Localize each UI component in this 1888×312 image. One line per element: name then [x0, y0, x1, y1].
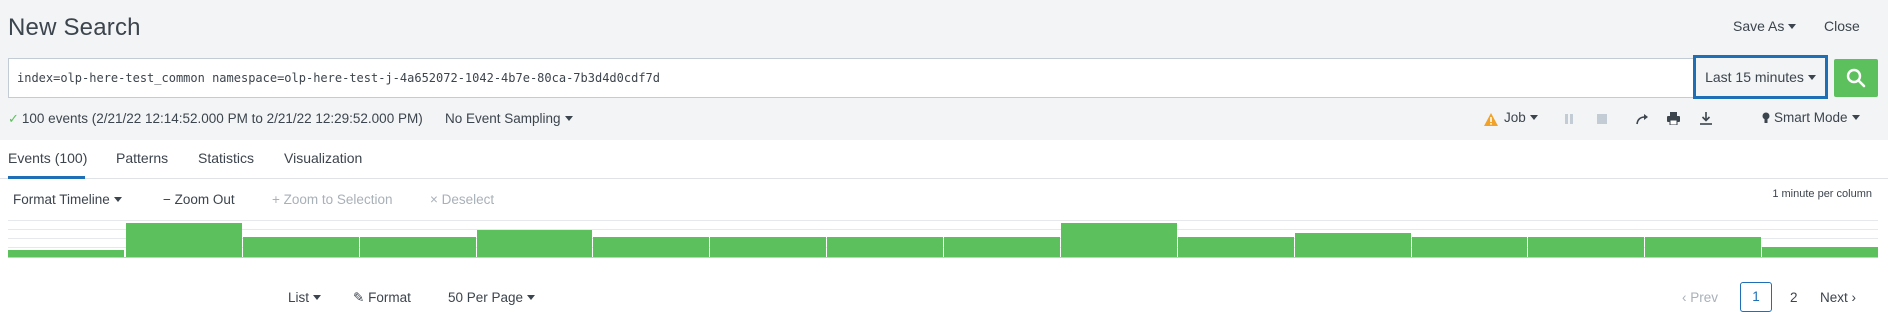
- list-view-menu[interactable]: List: [288, 290, 322, 305]
- minus-icon: −: [163, 192, 171, 207]
- timeline-bar[interactable]: [593, 237, 710, 257]
- time-range-label: Last 15 minutes: [1705, 69, 1804, 85]
- search-button[interactable]: [1834, 59, 1878, 97]
- timeline-bar[interactable]: [944, 237, 1060, 257]
- timeline-bar[interactable]: [1762, 247, 1878, 257]
- save-as-menu[interactable]: Save As: [1733, 18, 1797, 34]
- sampling-label: No Event Sampling: [445, 111, 561, 126]
- job-label: Job: [1504, 110, 1526, 125]
- format-label: Format: [368, 290, 411, 305]
- chevron-left-icon: ‹: [1682, 290, 1687, 305]
- check-icon: ✓: [8, 111, 19, 126]
- search-icon: [1846, 68, 1866, 88]
- timeline-bar[interactable]: [827, 237, 943, 257]
- warning-icon: [1484, 113, 1498, 126]
- timeline-bar[interactable]: [1645, 237, 1762, 257]
- deselect-label: Deselect: [441, 192, 495, 207]
- active-tab-indicator: [8, 176, 85, 179]
- timeline-bar[interactable]: [1060, 223, 1177, 257]
- timeline-bar[interactable]: [710, 237, 827, 257]
- search-input[interactable]: index=olp-here-test_common namespace=olp…: [17, 59, 1687, 97]
- timeline-bar[interactable]: [476, 230, 593, 257]
- timeline-baseline: [8, 257, 1878, 258]
- prev-label: Prev: [1690, 290, 1719, 305]
- print-icon[interactable]: [1667, 112, 1680, 125]
- page-2-button[interactable]: 2: [1790, 290, 1798, 305]
- event-sampling-menu[interactable]: No Event Sampling: [445, 111, 573, 126]
- x-icon: ×: [430, 192, 438, 207]
- zoom-out-button[interactable]: − Zoom Out: [163, 192, 235, 207]
- job-menu[interactable]: Job: [1504, 110, 1538, 125]
- tab-visualization[interactable]: Visualization: [284, 150, 362, 166]
- chevron-down-icon: [564, 115, 573, 121]
- timeline-bar[interactable]: [1294, 233, 1411, 257]
- timeline-gridline: [8, 229, 1878, 230]
- timeline-bar[interactable]: [242, 237, 359, 257]
- zoom-out-label: Zoom Out: [174, 192, 235, 207]
- chevron-down-icon: [313, 294, 322, 300]
- pencil-icon: ✎: [353, 290, 365, 305]
- format-timeline-menu[interactable]: Format Timeline: [13, 192, 122, 207]
- export-icon[interactable]: [1700, 112, 1712, 125]
- timeline-gridline: [8, 220, 1878, 221]
- chevron-down-icon: [527, 294, 536, 300]
- tab-patterns[interactable]: Patterns: [116, 150, 168, 166]
- chevron-down-icon: [1807, 74, 1816, 80]
- timeline-bar[interactable]: [125, 223, 242, 257]
- chevron-right-icon: ›: [1851, 290, 1857, 305]
- per-page-label: 50 Per Page: [448, 290, 524, 305]
- timeline-chart[interactable]: [8, 220, 1878, 257]
- tab-events[interactable]: Events (100): [8, 150, 87, 166]
- timeline-bar[interactable]: [1177, 237, 1294, 257]
- zoom-selection-label: Zoom to Selection: [283, 192, 393, 207]
- events-summary: 100 events (2/21/22 12:14:52.000 PM to 2…: [21, 111, 423, 126]
- timeline-bar[interactable]: [359, 237, 476, 257]
- page-1-button[interactable]: 1: [1740, 282, 1772, 312]
- share-icon[interactable]: [1636, 113, 1648, 125]
- zoom-to-selection-button[interactable]: + Zoom to Selection: [272, 192, 392, 207]
- format-timeline-label: Format Timeline: [13, 192, 110, 207]
- list-label: List: [288, 290, 310, 305]
- timeline-scale-label: 1 minute per column: [1772, 188, 1872, 200]
- lightbulb-icon: [1762, 112, 1770, 123]
- stop-icon[interactable]: [1597, 114, 1607, 124]
- next-label: Next: [1820, 290, 1848, 305]
- search-mode-menu[interactable]: Smart Mode: [1774, 110, 1860, 125]
- chevron-down-icon: [113, 196, 122, 202]
- page-title: New Search: [8, 14, 141, 41]
- deselect-button[interactable]: × Deselect: [430, 192, 494, 207]
- timeline-bar[interactable]: [1528, 237, 1645, 257]
- format-button[interactable]: ✎ Format: [353, 290, 411, 306]
- mode-label: Smart Mode: [1774, 110, 1848, 125]
- tab-statistics[interactable]: Statistics: [198, 150, 254, 166]
- search-bar[interactable]: index=olp-here-test_common namespace=olp…: [8, 58, 1696, 98]
- next-page-button[interactable]: Next ›: [1820, 290, 1856, 305]
- tabs-divider: [0, 178, 1888, 179]
- per-page-menu[interactable]: 50 Per Page: [448, 290, 536, 305]
- prev-page-button[interactable]: ‹ Prev: [1682, 290, 1718, 305]
- pause-icon[interactable]: [1564, 114, 1574, 124]
- chevron-down-icon: [1788, 23, 1797, 29]
- events-status: ✓ 100 events (2/21/22 12:14:52.000 PM to …: [8, 111, 423, 127]
- plus-icon: +: [272, 192, 280, 207]
- time-range-picker[interactable]: Last 15 minutes: [1693, 55, 1828, 99]
- close-button[interactable]: Close: [1824, 18, 1860, 34]
- chevron-down-icon: [1851, 114, 1860, 120]
- save-as-label: Save As: [1733, 18, 1785, 34]
- chevron-down-icon: [1529, 114, 1538, 120]
- timeline-bar[interactable]: [8, 250, 124, 257]
- timeline-bar[interactable]: [1411, 237, 1528, 257]
